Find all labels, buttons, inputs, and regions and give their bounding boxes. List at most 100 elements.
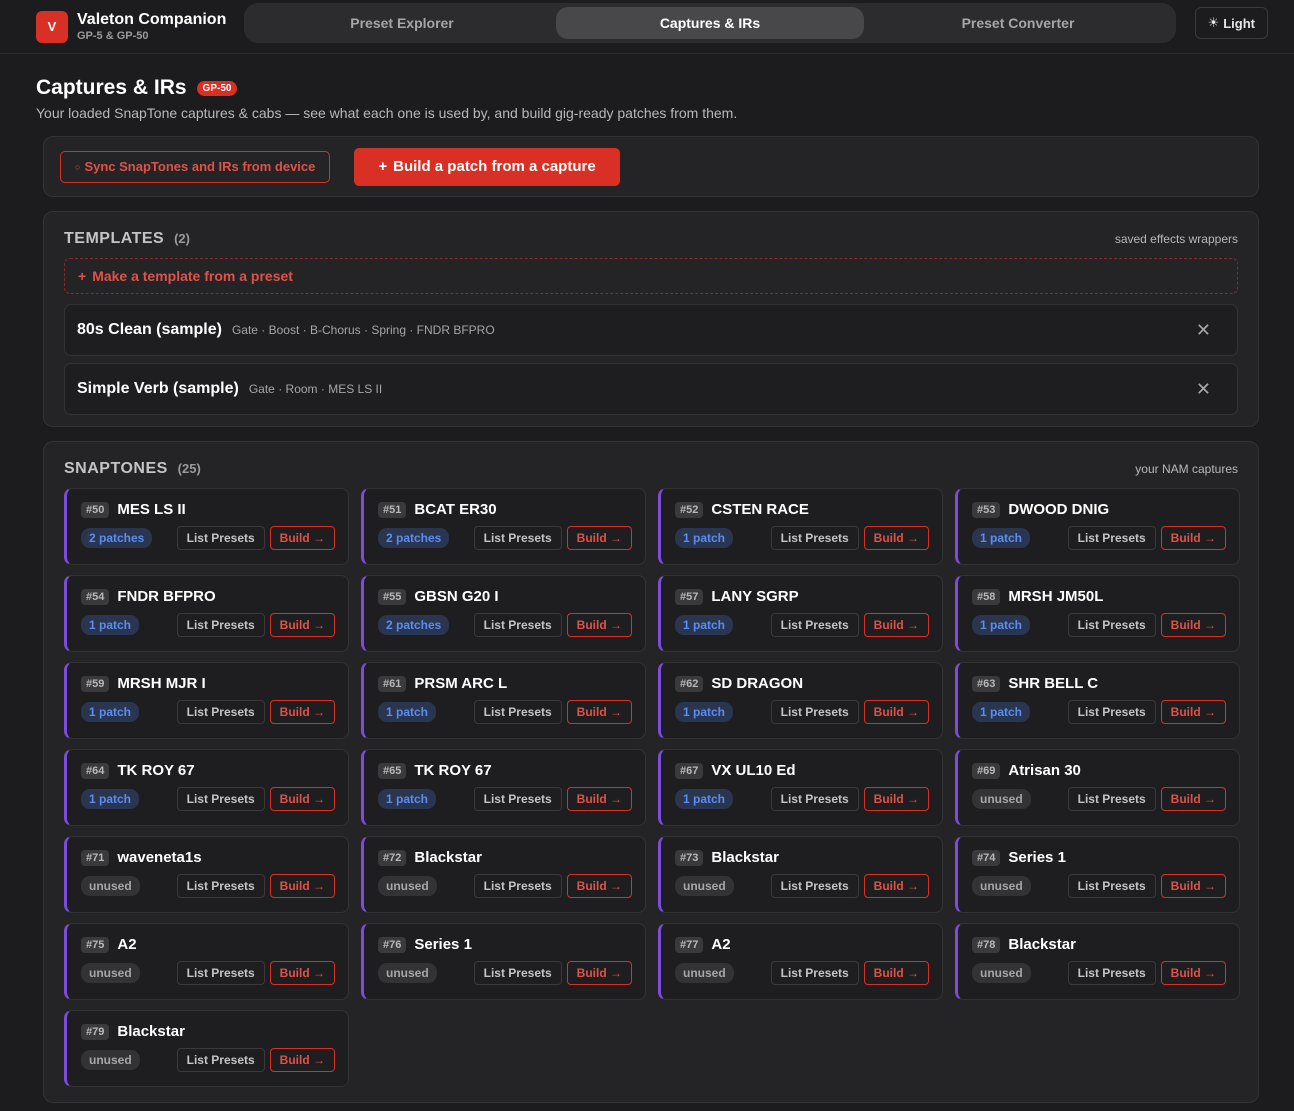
- list-presets-button[interactable]: List Presets: [176, 961, 265, 985]
- build-button[interactable]: Build →: [566, 526, 632, 550]
- build-button[interactable]: Build →: [269, 700, 335, 724]
- build-button[interactable]: Build →: [863, 613, 929, 637]
- build-button[interactable]: Build →: [1160, 526, 1226, 550]
- build-button[interactable]: Build →: [1160, 787, 1226, 811]
- build-button[interactable]: Build →: [269, 961, 335, 985]
- usage-badge: 2 patches: [378, 615, 450, 635]
- snaptone-card: #79 Blackstar unused List Presets Build …: [64, 1010, 349, 1087]
- build-button[interactable]: Build →: [863, 874, 929, 898]
- build-button[interactable]: Build →: [1160, 613, 1226, 637]
- usage-badge: 1 patch: [378, 702, 437, 722]
- usage-badge: 1 patch: [675, 528, 734, 548]
- build-button[interactable]: Build →: [566, 874, 632, 898]
- build-button[interactable]: Build →: [566, 787, 632, 811]
- make-template-button[interactable]: + Make a template from a preset: [64, 258, 1238, 294]
- usage-badge: unused: [972, 963, 1031, 983]
- build-button[interactable]: Build →: [269, 613, 335, 637]
- close-icon[interactable]: ✕: [1196, 380, 1211, 398]
- build-button[interactable]: Build →: [566, 613, 632, 637]
- build-button[interactable]: Build →: [1160, 700, 1226, 724]
- build-button[interactable]: Build →: [566, 700, 632, 724]
- theme-toggle-button[interactable]: ☀ Light: [1194, 7, 1268, 39]
- slot-number: #75: [81, 936, 110, 953]
- snaptone-card: #69 Atrisan 30 unused List Presets Build…: [955, 749, 1240, 826]
- usage-badge: 1 patch: [972, 528, 1031, 548]
- usage-badge: 1 patch: [972, 615, 1031, 635]
- top-bar: V Valeton Companion GP-5 & GP-50 Preset …: [0, 0, 1294, 54]
- snaptone-name: PRSM ARC L: [414, 675, 508, 692]
- list-presets-button[interactable]: List Presets: [1067, 700, 1156, 724]
- build-button[interactable]: Build →: [269, 526, 335, 550]
- usage-badge: 1 patch: [972, 702, 1031, 722]
- build-button[interactable]: Build →: [566, 961, 632, 985]
- list-presets-button[interactable]: List Presets: [473, 613, 562, 637]
- list-presets-button[interactable]: List Presets: [176, 874, 265, 898]
- list-presets-button[interactable]: List Presets: [770, 787, 859, 811]
- app-logo: V: [36, 10, 68, 43]
- build-button[interactable]: Build →: [269, 874, 335, 898]
- list-presets-button[interactable]: List Presets: [1067, 787, 1156, 811]
- snaptone-card: #58 MRSH JM50L 1 patch List Presets Buil…: [955, 575, 1240, 652]
- build-button[interactable]: Build →: [1160, 961, 1226, 985]
- snaptone-name: TK ROY 67: [117, 762, 195, 779]
- list-presets-button[interactable]: List Presets: [473, 874, 562, 898]
- page-title: Captures & IRs: [36, 76, 187, 99]
- snaptone-card: #61 PRSM ARC L 1 patch List Presets Buil…: [361, 662, 646, 739]
- list-presets-button[interactable]: List Presets: [176, 787, 265, 811]
- snaptone-card: #57 LANY SGRP 1 patch List Presets Build…: [658, 575, 943, 652]
- list-presets-button[interactable]: List Presets: [770, 613, 859, 637]
- list-presets-button[interactable]: List Presets: [1067, 874, 1156, 898]
- slot-number: #64: [81, 762, 110, 779]
- sync-device-button[interactable]: ○ Sync SnapTones and IRs from device: [60, 150, 331, 183]
- snaptone-card: #65 TK ROY 67 1 patch List Presets Build…: [361, 749, 646, 826]
- tab-preset-converter[interactable]: Preset Converter: [864, 7, 1172, 39]
- close-icon[interactable]: ✕: [1196, 321, 1211, 339]
- usage-badge: 1 patch: [675, 789, 734, 809]
- slot-number: #73: [675, 849, 704, 866]
- slot-number: #54: [81, 588, 110, 605]
- usage-badge: unused: [378, 876, 437, 896]
- sync-icon: ○: [75, 161, 81, 172]
- usage-badge: unused: [81, 1050, 140, 1070]
- snaptone-name: Atrisan 30: [1008, 762, 1081, 779]
- build-patch-button[interactable]: + Build a patch from a capture: [354, 147, 620, 186]
- tab-preset-explorer[interactable]: Preset Explorer: [248, 7, 556, 39]
- list-presets-button[interactable]: List Presets: [473, 787, 562, 811]
- snaptones-title: SNAPTONES: [64, 460, 168, 477]
- list-presets-button[interactable]: List Presets: [176, 613, 265, 637]
- device-model-badge: GP-50: [196, 80, 238, 96]
- build-button[interactable]: Build →: [863, 700, 929, 724]
- plus-icon: +: [78, 268, 87, 284]
- list-presets-button[interactable]: List Presets: [473, 961, 562, 985]
- list-presets-button[interactable]: List Presets: [473, 526, 562, 550]
- list-presets-button[interactable]: List Presets: [770, 961, 859, 985]
- list-presets-button[interactable]: List Presets: [1067, 613, 1156, 637]
- snaptone-card: #78 Blackstar unused List Presets Build …: [955, 923, 1240, 1000]
- slot-number: #79: [81, 1023, 110, 1040]
- make-template-label: Make a template from a preset: [92, 268, 293, 284]
- snaptone-name: GBSN G20 I: [414, 588, 499, 605]
- template-row[interactable]: 80s Clean (sample) Gate · Boost · B-Chor…: [64, 304, 1238, 356]
- list-presets-button[interactable]: List Presets: [1067, 961, 1156, 985]
- list-presets-button[interactable]: List Presets: [176, 700, 265, 724]
- build-button[interactable]: Build →: [863, 787, 929, 811]
- list-presets-button[interactable]: List Presets: [770, 526, 859, 550]
- build-button[interactable]: Build →: [269, 1048, 335, 1072]
- plus-icon: +: [378, 158, 388, 175]
- list-presets-button[interactable]: List Presets: [1067, 526, 1156, 550]
- list-presets-button[interactable]: List Presets: [176, 526, 265, 550]
- snaptone-name: BCAT ER30: [414, 501, 497, 518]
- usage-badge: unused: [675, 963, 734, 983]
- list-presets-button[interactable]: List Presets: [176, 1048, 265, 1072]
- build-button[interactable]: Build →: [269, 787, 335, 811]
- list-presets-button[interactable]: List Presets: [473, 700, 562, 724]
- list-presets-button[interactable]: List Presets: [770, 700, 859, 724]
- slot-number: #62: [675, 675, 704, 692]
- snaptone-card: #71 waveneta1s unused List Presets Build…: [64, 836, 349, 913]
- build-button[interactable]: Build →: [1160, 874, 1226, 898]
- list-presets-button[interactable]: List Presets: [770, 874, 859, 898]
- build-button[interactable]: Build →: [863, 526, 929, 550]
- template-row[interactable]: Simple Verb (sample) Gate · Room · MES L…: [64, 363, 1238, 415]
- tab-captures-irs[interactable]: Captures & IRs: [556, 7, 864, 39]
- build-button[interactable]: Build →: [863, 961, 929, 985]
